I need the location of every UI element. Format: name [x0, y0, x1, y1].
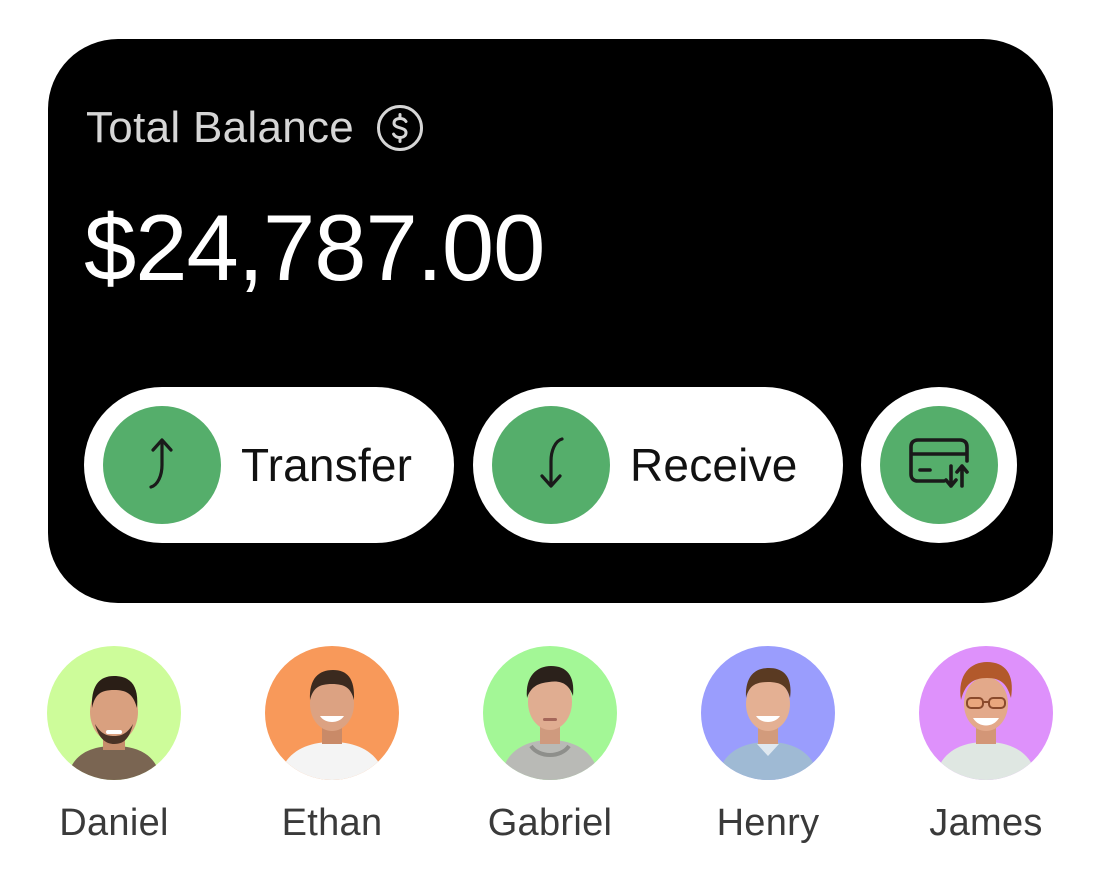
- contact-daniel[interactable]: Daniel: [24, 646, 204, 845]
- contact-name: James: [929, 802, 1043, 844]
- balance-amount: $24,787.00: [84, 195, 545, 300]
- contact-name: Gabriel: [487, 802, 613, 844]
- avatar[interactable]: [919, 646, 1053, 780]
- balance-header: Total Balance: [86, 103, 424, 153]
- contacts-row: Daniel Ethan Gabriel Henry James: [0, 646, 1098, 866]
- receive-icon-circle: [492, 406, 610, 524]
- avatar[interactable]: [265, 646, 399, 780]
- page: Total Balance $24,787.00 Transfer Receiv…: [0, 0, 1098, 882]
- receive-label: Receive: [630, 439, 798, 491]
- contact-name: Daniel: [59, 802, 169, 844]
- contact-name: Ethan: [281, 802, 383, 844]
- avatar[interactable]: [483, 646, 617, 780]
- contact-ethan[interactable]: Ethan: [242, 646, 422, 845]
- contact-name: Henry: [716, 802, 820, 844]
- dollar-circle-icon[interactable]: [376, 104, 424, 152]
- avatar[interactable]: [47, 646, 181, 780]
- card-exchange-icon-circle: [880, 406, 998, 524]
- card-exchange-button[interactable]: [861, 387, 1017, 543]
- card-exchange-icon: [906, 435, 972, 496]
- transfer-icon-circle: [103, 406, 221, 524]
- arrow-down-curved-icon: [529, 435, 573, 496]
- transfer-button[interactable]: Transfer: [84, 387, 454, 543]
- contact-henry[interactable]: Henry: [678, 646, 858, 845]
- balance-card: Total Balance $24,787.00 Transfer Receiv…: [48, 39, 1053, 603]
- contact-james[interactable]: James: [896, 646, 1076, 845]
- receive-button[interactable]: Receive: [473, 387, 843, 543]
- balance-label: Total Balance: [86, 103, 355, 152]
- contact-gabriel[interactable]: Gabriel: [460, 646, 640, 845]
- arrow-up-curved-icon: [140, 435, 184, 496]
- avatar[interactable]: [701, 646, 835, 780]
- transfer-label: Transfer: [241, 439, 413, 491]
